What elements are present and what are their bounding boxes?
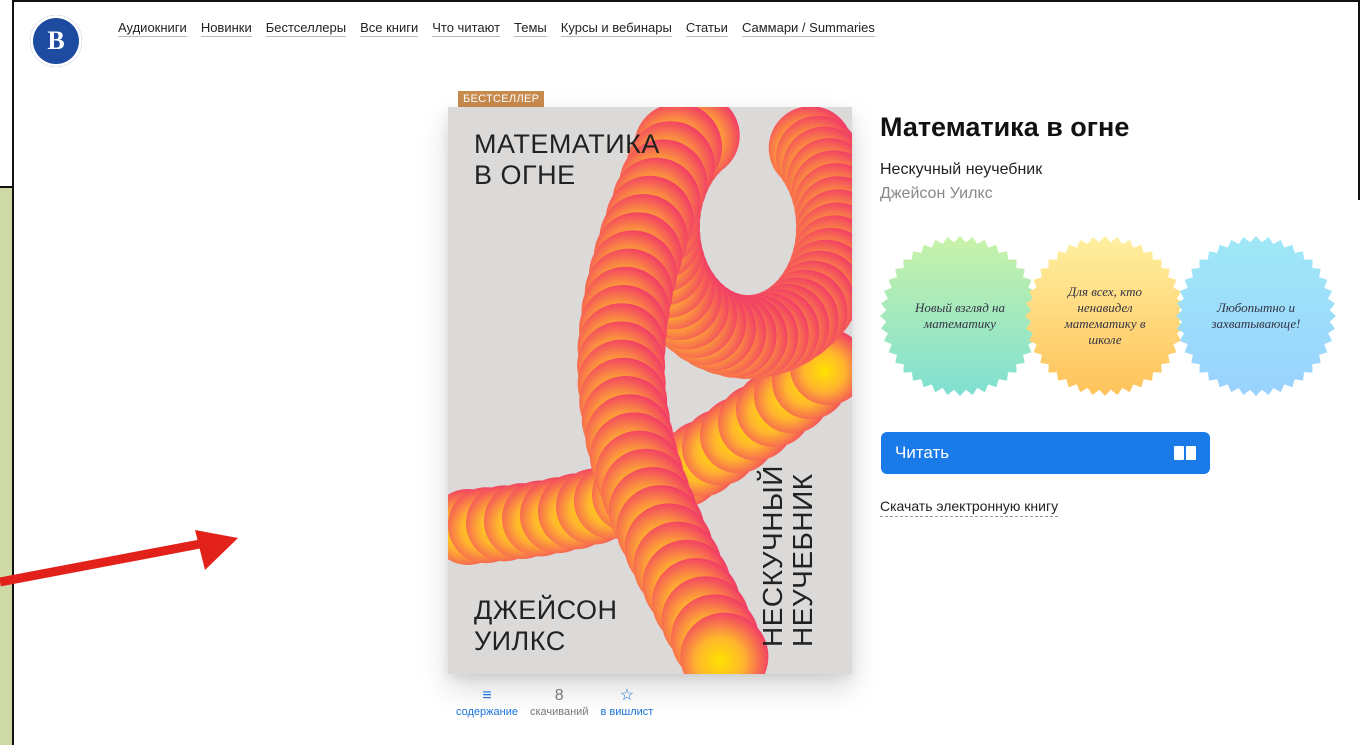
- nav-item-topics[interactable]: Темы: [514, 20, 547, 37]
- review-stamp-2-text: Для всех, кто ненавидел математику в шко…: [1064, 284, 1146, 347]
- contents-link[interactable]: ≡ содержание: [456, 686, 518, 718]
- book-author[interactable]: Джейсон Уилкс: [880, 185, 993, 203]
- nav-item-new[interactable]: Новинки: [200, 20, 252, 37]
- list-icon: ≡: [482, 687, 492, 704]
- cover-title: МАТЕМАТИКА В ОГНЕ: [474, 129, 660, 190]
- book-cover[interactable]: МАТЕМАТИКА В ОГНЕ ДЖЕЙСОН УИЛКС НЕСКУЧНЫ…: [448, 107, 852, 674]
- wishlist-label: в вишлист: [600, 706, 654, 718]
- logo-letter: B: [47, 26, 65, 55]
- review-stamp-2: Для всех, кто ненавидел математику в шко…: [1025, 228, 1185, 404]
- contents-label: содержание: [456, 706, 518, 718]
- cover-author: ДЖЕЙСОН УИЛКС: [474, 595, 618, 656]
- nav-item-all-books[interactable]: Все книги: [360, 20, 419, 37]
- review-stamp-1: Новый взгляд на математику: [880, 228, 1040, 404]
- frame-border-top: [14, 0, 1360, 2]
- review-stamp-1-text: Новый взгляд на математику: [914, 300, 1006, 331]
- review-stamp-3-text: Любопытно и захватывающе!: [1211, 300, 1301, 331]
- downloads-label: скачиваний: [529, 706, 589, 718]
- star-icon: ☆: [619, 687, 635, 704]
- book-stats: ≡ содержание 8 скачиваний ☆ в вишлист: [456, 686, 653, 718]
- top-nav: Аудиокниги Новинки Бестселлеры Все книги…: [118, 20, 875, 37]
- review-stamp-3: Любопытно и захватывающе!: [1176, 228, 1336, 404]
- hse-logo[interactable]: B: [30, 15, 82, 67]
- frame-border-mid: [0, 186, 14, 188]
- read-button-label: Читать: [895, 443, 950, 462]
- red-arrow-icon: [0, 530, 238, 587]
- cover-subtitle: НЕСКУЧНЫЙ НЕУЧЕБНИК: [757, 465, 818, 647]
- read-button[interactable]: Читать: [881, 432, 1210, 474]
- frame-border-left: [12, 0, 14, 745]
- book-subtitle: Нескучный неучебник: [880, 161, 1043, 178]
- nav-item-popular[interactable]: Что читают: [432, 20, 501, 37]
- downloads-count: 8 скачиваний: [530, 686, 589, 718]
- nav-item-courses[interactable]: Курсы и вебинары: [560, 20, 672, 37]
- open-book-icon: [1174, 446, 1196, 460]
- nav-item-bestsellers[interactable]: Бестселлеры: [265, 20, 347, 37]
- downloads-number: 8: [554, 687, 564, 704]
- wishlist-link[interactable]: ☆ в вишлист: [600, 686, 653, 718]
- nav-item-audiobooks[interactable]: Аудиокниги: [118, 20, 187, 37]
- book-title: Математика в огне: [880, 112, 1130, 142]
- nav-item-articles[interactable]: Статьи: [685, 20, 728, 37]
- nav-item-summaries[interactable]: Саммари / Summaries: [741, 20, 875, 37]
- download-ebook-link[interactable]: Скачать электронную книгу: [880, 498, 1059, 517]
- bestseller-badge: БЕСТСЕЛЛЕР: [458, 91, 545, 107]
